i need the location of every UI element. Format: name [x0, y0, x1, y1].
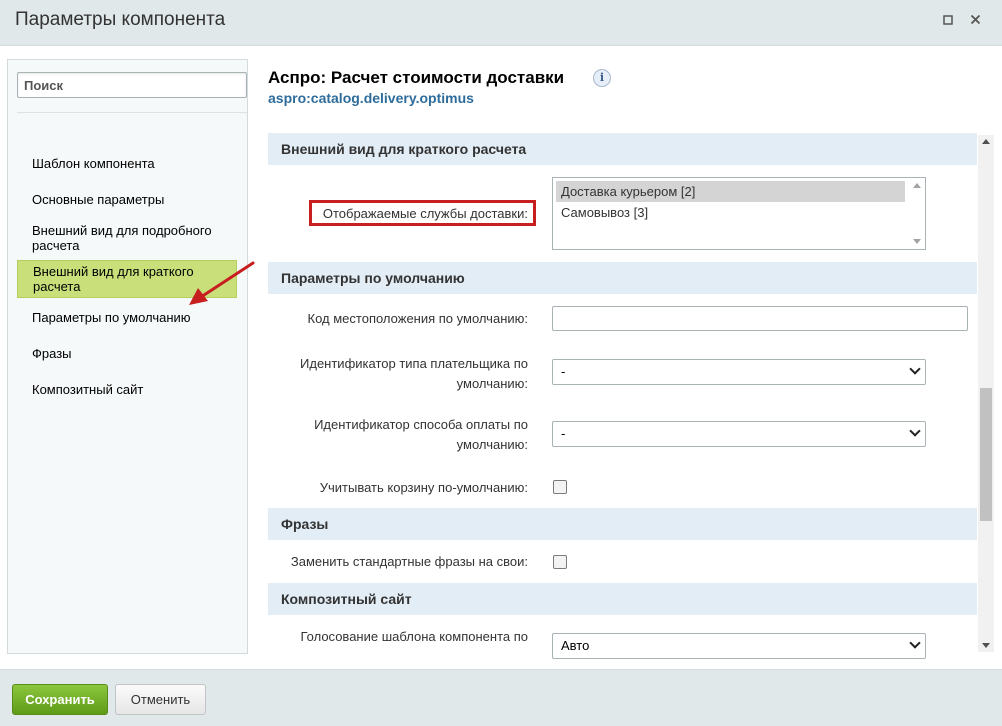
delivery-option[interactable]: Самовывоз [3] — [556, 202, 905, 223]
dialog-body: Шаблон компонента Основные параметры Вне… — [0, 47, 1002, 669]
sidebar-item-detailed-view[interactable]: Внешний вид для подробного расчета — [17, 223, 237, 253]
component-code: aspro:catalog.delivery.optimus — [268, 90, 474, 106]
chevron-down-icon — [909, 425, 921, 437]
maximize-icon[interactable] — [941, 14, 955, 28]
save-button[interactable]: Сохранить — [12, 684, 108, 715]
payment-method-select[interactable]: - — [552, 421, 926, 447]
main-panel: Аспро: Расчет стоимости доставки i aspro… — [268, 47, 1002, 669]
section-header-phrases: Фразы — [268, 508, 977, 540]
sidebar: Шаблон компонента Основные параметры Вне… — [7, 59, 248, 654]
field-label-replace-phrases: Заменить стандартные фразы на свои: — [290, 554, 528, 569]
multiselect-scrollbar[interactable] — [908, 178, 925, 249]
main-scrollbar[interactable] — [978, 135, 994, 652]
replace-phrases-checkbox[interactable] — [553, 555, 567, 569]
scroll-down-icon[interactable] — [982, 643, 990, 648]
chevron-down-icon — [909, 637, 921, 649]
scroll-up-icon[interactable] — [913, 183, 921, 188]
dialog-titlebar: Параметры компонента — [0, 0, 1002, 46]
section-header-short-view: Внешний вид для краткого расчета — [268, 133, 977, 165]
info-icon[interactable]: i — [593, 69, 611, 87]
delivery-services-multiselect[interactable]: Доставка курьером [2] Самовывоз [3] — [552, 177, 926, 250]
sidebar-item-phrases[interactable]: Фразы — [17, 346, 237, 361]
payer-type-select[interactable]: - — [552, 359, 926, 385]
payer-type-value: - — [561, 364, 566, 379]
sidebar-item-template[interactable]: Шаблон компонента — [17, 156, 237, 171]
template-voting-value: Авто — [561, 638, 590, 653]
delivery-option[interactable]: Доставка курьером [2] — [556, 181, 905, 202]
scrollbar-thumb[interactable] — [980, 388, 992, 521]
cancel-button[interactable]: Отменить — [115, 684, 206, 715]
location-code-input[interactable] — [552, 306, 968, 331]
sidebar-item-defaults[interactable]: Параметры по умолчанию — [17, 310, 237, 325]
field-label-use-basket: Учитывать корзину по-умолчанию: — [319, 480, 528, 495]
field-label-location-code: Код местоположения по умолчанию: — [307, 311, 528, 326]
field-label-template-voting: Голосование шаблона компонента по — [300, 629, 528, 644]
sidebar-item-basic[interactable]: Основные параметры — [17, 192, 237, 207]
dialog-title: Параметры компонента — [15, 9, 226, 30]
sidebar-divider — [17, 112, 247, 113]
use-basket-checkbox[interactable] — [553, 480, 567, 494]
scroll-down-icon[interactable] — [913, 239, 921, 244]
search-input[interactable] — [17, 72, 247, 98]
sidebar-item-composite[interactable]: Композитный сайт — [17, 382, 237, 397]
field-label-delivery-services: Отображаемые службы доставки: — [322, 206, 528, 221]
field-label-payer-type: Идентификатор типа плательщика по умолча… — [300, 356, 528, 391]
chevron-down-icon — [909, 363, 921, 375]
close-icon[interactable] — [968, 14, 982, 28]
payment-method-value: - — [561, 426, 566, 441]
field-label-payment-method: Идентификатор способа оплаты по умолчани… — [314, 417, 528, 452]
component-title: Аспро: Расчет стоимости доставки — [268, 68, 565, 87]
annotation-arrow-icon — [189, 261, 255, 305]
section-header-composite: Композитный сайт — [268, 583, 977, 615]
template-voting-select[interactable]: Авто — [552, 633, 926, 659]
section-header-defaults: Параметры по умолчанию — [268, 262, 977, 294]
scroll-up-icon[interactable] — [982, 139, 990, 144]
dialog-footer: Сохранить Отменить — [0, 669, 1002, 726]
